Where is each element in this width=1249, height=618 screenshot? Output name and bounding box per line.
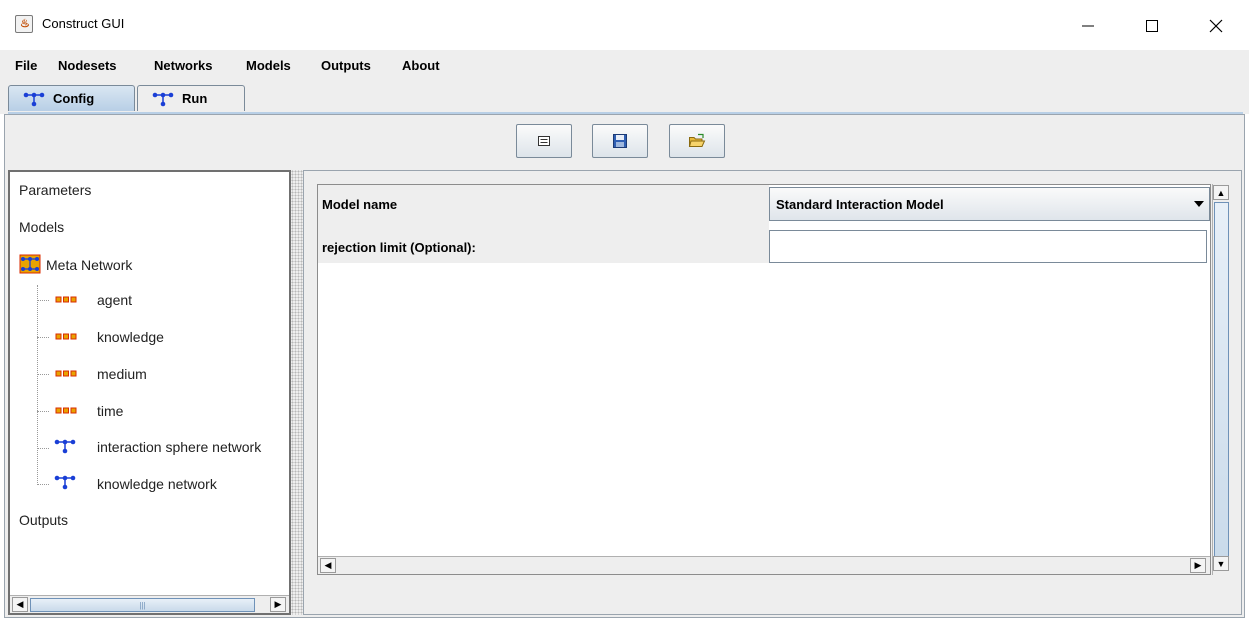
network-icon <box>23 92 45 106</box>
tab-config[interactable]: Config <box>8 85 135 111</box>
menu-models[interactable]: Models <box>246 58 291 73</box>
scroll-thumb[interactable]: ||| <box>30 598 255 612</box>
tree-item-parameters[interactable]: Parameters <box>19 182 91 198</box>
chevron-down-icon <box>1194 201 1204 207</box>
close-icon <box>1209 19 1223 33</box>
tree-item-outputs[interactable]: Outputs <box>19 512 68 528</box>
tree-branch <box>37 448 49 449</box>
save-button[interactable] <box>592 124 648 158</box>
minimize-button[interactable] <box>1065 10 1111 42</box>
split-pane-divider[interactable] <box>291 170 303 615</box>
tree-branch <box>37 374 49 375</box>
menu-file[interactable]: File <box>15 58 37 73</box>
nodeset-icon <box>55 407 77 414</box>
tree-item-knowledge-network[interactable]: knowledge network <box>97 476 217 492</box>
scroll-right-arrow-icon[interactable]: ▶ <box>270 597 286 612</box>
minimize-icon <box>1082 25 1094 27</box>
nodeset-icon <box>55 296 77 303</box>
close-button[interactable] <box>1193 10 1239 42</box>
tab-config-label: Config <box>53 91 95 106</box>
model-properties-panel: Model name rejection limit (Optional): S… <box>303 170 1242 615</box>
network-icon <box>54 475 76 490</box>
menu-outputs[interactable]: Outputs <box>321 58 371 73</box>
meta-network-icon <box>19 254 41 274</box>
scroll-left-arrow-icon[interactable]: ◀ <box>320 558 336 573</box>
maximize-button[interactable] <box>1129 10 1175 42</box>
new-document-button[interactable] <box>516 124 572 158</box>
scroll-left-arrow-icon[interactable]: ◀ <box>12 597 28 612</box>
scroll-up-arrow-icon[interactable]: ▲ <box>1213 185 1229 200</box>
model-name-label: Model name <box>322 197 398 212</box>
tree-item-interaction-sphere-network[interactable]: interaction sphere network <box>97 439 289 455</box>
tree-guide-line <box>37 285 38 485</box>
floppy-disk-icon <box>613 134 627 148</box>
maximize-icon <box>1146 20 1158 32</box>
model-tree: Parameters Models Meta Network agent kno… <box>8 170 291 615</box>
network-icon <box>54 439 76 454</box>
tree-item-time[interactable]: time <box>97 403 123 419</box>
menu-nodesets[interactable]: Nodesets <box>58 58 117 73</box>
table-vertical-scrollbar[interactable]: ▲ ▼ <box>1212 184 1230 575</box>
nodeset-icon <box>55 370 77 377</box>
tree-item-models[interactable]: Models <box>19 219 64 235</box>
window-title: Construct GUI <box>42 16 125 31</box>
menu-bar: File Nodesets Networks Models Outputs Ab… <box>0 50 1249 80</box>
tree-item-medium[interactable]: medium <box>97 366 147 382</box>
scroll-right-arrow-icon[interactable]: ▶ <box>1190 558 1206 573</box>
open-folder-button[interactable] <box>669 124 725 158</box>
menu-about[interactable]: About <box>402 58 440 73</box>
scroll-down-arrow-icon[interactable]: ▼ <box>1213 556 1229 571</box>
menu-networks[interactable]: Networks <box>154 58 213 73</box>
tree-branch <box>37 484 49 485</box>
document-icon <box>538 136 550 146</box>
java-app-icon: ♨ <box>15 15 33 33</box>
model-name-value: Standard Interaction Model <box>776 197 944 212</box>
rejection-limit-input[interactable] <box>769 230 1207 263</box>
tab-strip: Config Run <box>0 80 1249 114</box>
rejection-limit-label: rejection limit (Optional): <box>322 240 476 255</box>
tree-horizontal-scrollbar[interactable]: ◀ ||| ▶ <box>10 595 289 613</box>
scroll-thumb[interactable] <box>1214 202 1229 566</box>
table-horizontal-scrollbar[interactable]: ◀ ▶ <box>318 556 1210 574</box>
tree-item-agent[interactable]: agent <box>97 292 132 308</box>
tab-run-label: Run <box>182 91 208 106</box>
tab-run[interactable]: Run <box>137 85 245 111</box>
open-folder-icon <box>688 133 706 147</box>
tree-branch <box>37 411 49 412</box>
network-icon <box>152 92 174 106</box>
model-name-dropdown[interactable]: Standard Interaction Model <box>769 187 1210 221</box>
tree-branch <box>37 337 49 338</box>
tree-branch <box>37 300 49 301</box>
title-bar: ♨ Construct GUI <box>0 0 1249 50</box>
tree-item-meta-network[interactable]: Meta Network <box>46 257 132 273</box>
nodeset-icon <box>55 333 77 340</box>
model-properties-table: Model name rejection limit (Optional): S… <box>317 184 1211 575</box>
tree-item-knowledge[interactable]: knowledge <box>97 329 164 345</box>
